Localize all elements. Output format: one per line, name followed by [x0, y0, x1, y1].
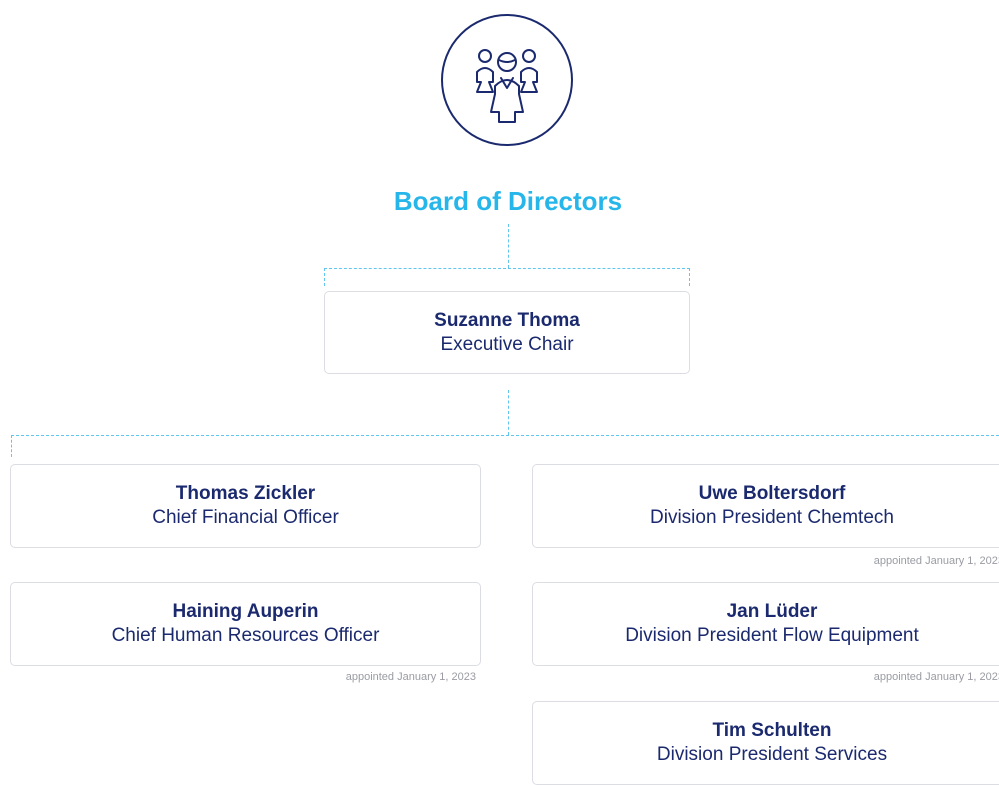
exec-card-cfo: Thomas Zickler Chief Financial Officer — [10, 464, 481, 548]
chair-name: Suzanne Thoma — [434, 309, 580, 331]
exec-card-services: Tim Schulten Division President Services — [532, 701, 999, 785]
exec-role: Chief Human Resources Officer — [111, 625, 380, 646]
connector-board-bar — [324, 268, 690, 269]
appointment-note: appointed January 1, 2023 — [873, 555, 999, 567]
connector-bar-left-tick — [324, 268, 325, 286]
exec-role: Division President Services — [656, 744, 888, 765]
exec-name: Jan Lüder — [726, 601, 818, 622]
connector-chair-down — [508, 390, 509, 435]
connector-exec-bar — [11, 435, 999, 436]
exec-card-chemtech: Uwe Boltersdorf Division President Chemt… — [532, 464, 999, 548]
chair-role: Executive Chair — [440, 333, 574, 355]
chair-card: Suzanne Thoma Executive Chair — [324, 291, 690, 374]
exec-role: Chief Financial Officer — [152, 507, 339, 528]
exec-name: Thomas Zickler — [175, 483, 316, 504]
exec-card-chro: Haining Auperin Chief Human Resources Of… — [10, 582, 481, 666]
board-title: Board of Directors — [393, 186, 623, 216]
connector-exec-left-tick — [11, 435, 12, 457]
exec-name: Uwe Boltersdorf — [698, 483, 846, 504]
exec-card-flow-equipment: Jan Lüder Division President Flow Equipm… — [532, 582, 999, 666]
appointment-note: appointed January 1, 2023 — [345, 671, 476, 683]
exec-role: Division President Flow Equipment — [625, 625, 919, 646]
exec-name: Tim Schulten — [712, 720, 832, 741]
board-group-icon — [441, 14, 573, 146]
exec-name: Haining Auperin — [172, 601, 319, 622]
exec-role: Division President Chemtech — [650, 507, 894, 528]
connector-bar-right-tick — [689, 268, 690, 286]
connector-board-down — [508, 224, 509, 268]
appointment-note: appointed January 1, 2023 — [873, 671, 999, 683]
